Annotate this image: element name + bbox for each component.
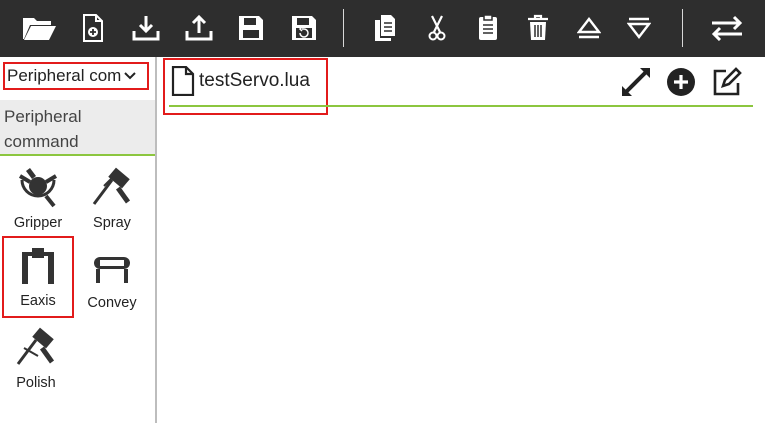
conveyor-icon: [90, 244, 134, 290]
section-title: Peripheral command: [0, 100, 155, 156]
sidebar-divider: [155, 57, 157, 423]
edit-pencil-icon: [713, 67, 742, 96]
tool-convey[interactable]: Convey: [76, 240, 148, 316]
open-folder-button[interactable]: [21, 10, 57, 46]
chevron-down-icon: [124, 71, 137, 81]
import-button[interactable]: [128, 10, 164, 46]
gripper-icon: [16, 164, 60, 210]
tool-label: Eaxis: [20, 293, 56, 309]
sidebar: Peripheral com Peripheral command Grippe…: [0, 57, 155, 423]
spray-gun-icon: [90, 164, 134, 210]
paste-button[interactable]: [470, 10, 506, 46]
trash-icon: [528, 14, 548, 40]
top-toolbar: [0, 0, 765, 57]
file-plus-icon: [83, 14, 103, 42]
tool-gripper[interactable]: Gripper: [2, 160, 74, 236]
switch-button[interactable]: [709, 10, 745, 46]
copy-icon: [375, 15, 395, 41]
clipboard-icon: [479, 14, 497, 40]
linear-axis-icon: [18, 242, 58, 288]
new-file-button[interactable]: [75, 10, 111, 46]
tool-label: Polish: [16, 375, 56, 391]
folder-open-icon: [23, 18, 56, 40]
eject-up-icon: [577, 17, 601, 39]
floppy-disk-icon: [239, 16, 263, 40]
command-category-value: Peripheral com: [7, 66, 122, 85]
edit-button[interactable]: [710, 66, 742, 98]
move-down-button[interactable]: [621, 10, 657, 46]
file-name: testServo.lua: [199, 70, 310, 91]
move-up-button[interactable]: [571, 10, 607, 46]
tool-label: Spray: [93, 215, 131, 231]
copy-button[interactable]: [367, 10, 403, 46]
tool-eaxis[interactable]: Eaxis: [2, 236, 74, 318]
tool-label: Convey: [87, 295, 137, 311]
save-as-button[interactable]: [286, 10, 322, 46]
plus-circle-icon: [667, 68, 695, 96]
upload-icon: [185, 14, 213, 41]
tool-label: Gripper: [13, 215, 63, 231]
export-button[interactable]: [181, 10, 217, 46]
swap-arrows-icon: [711, 15, 743, 41]
polish-icon: [14, 324, 58, 370]
save-button[interactable]: [233, 10, 269, 46]
expand-button[interactable]: [620, 66, 652, 98]
delete-button[interactable]: [520, 10, 556, 46]
cut-button[interactable]: [419, 10, 455, 46]
header-underline: [169, 105, 753, 107]
toolbar-separator: [682, 9, 683, 47]
tool-polish[interactable]: Polish: [0, 320, 72, 396]
add-button[interactable]: [665, 66, 697, 98]
eject-down-icon: [627, 17, 651, 39]
expand-arrows-icon: [622, 68, 650, 96]
download-icon: [132, 16, 160, 41]
command-category-select[interactable]: Peripheral com: [3, 62, 149, 90]
tool-spray[interactable]: Spray: [76, 160, 148, 236]
scissors-icon: [428, 15, 446, 41]
floppy-disk-undo-icon: [292, 16, 316, 40]
toolbar-separator: [343, 9, 344, 47]
file-icon: [171, 65, 195, 101]
